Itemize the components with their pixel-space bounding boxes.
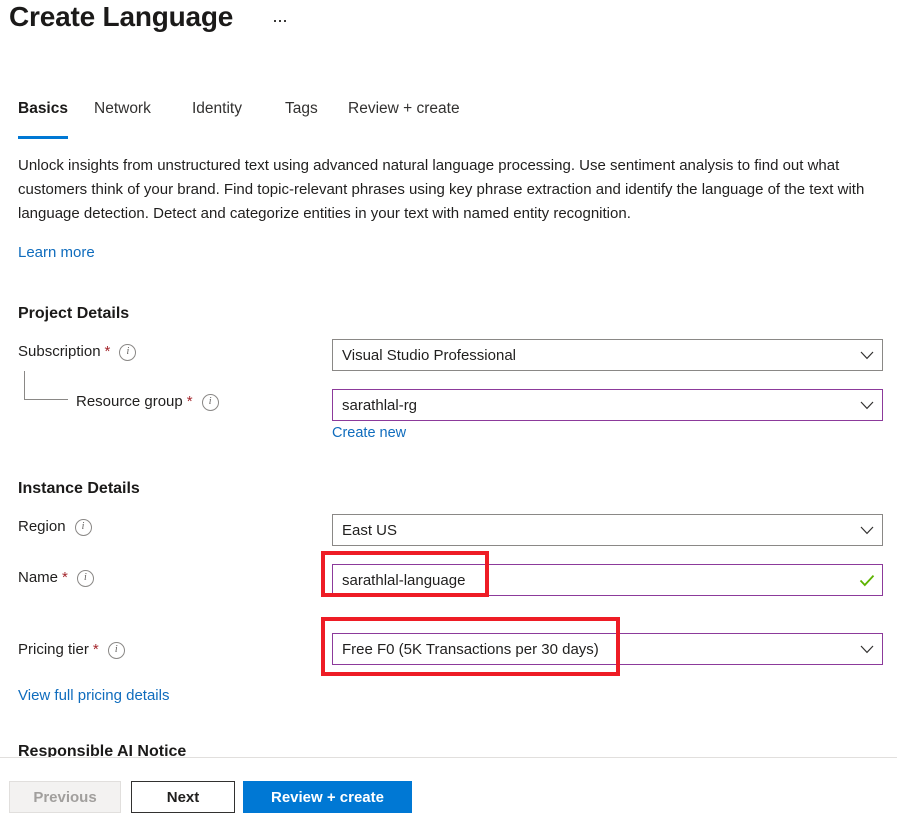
- resource-group-value: sarathlal-rg: [333, 397, 852, 414]
- tab-network-label: Network: [94, 100, 151, 117]
- create-new-resource-group-link[interactable]: Create new: [332, 425, 406, 441]
- tab-tags[interactable]: Tags: [285, 100, 318, 135]
- ellipsis-horizontal-icon[interactable]: [268, 10, 292, 32]
- section-heading-responsible-ai-notice: Responsible AI Notice: [18, 743, 186, 757]
- tab-basics-label: Basics: [18, 100, 68, 117]
- required-asterisk: *: [187, 393, 193, 410]
- info-circle-icon[interactable]: i: [75, 519, 92, 536]
- subscription-value: Visual Studio Professional: [333, 347, 852, 364]
- section-heading-instance-details: Instance Details: [18, 480, 140, 498]
- label-region: Region i: [18, 518, 92, 535]
- view-full-pricing-details-link[interactable]: View full pricing details: [18, 687, 169, 704]
- tab-network[interactable]: Network: [94, 100, 151, 135]
- tab-identity[interactable]: Identity: [192, 100, 242, 135]
- tab-review-create[interactable]: Review + create: [348, 100, 460, 135]
- tab-identity-label: Identity: [192, 100, 242, 117]
- tab-active-underline: [18, 136, 68, 139]
- ellipsis-dot: [279, 20, 281, 22]
- region-dropdown[interactable]: East US: [332, 514, 883, 546]
- chevron-down-icon: [852, 401, 882, 410]
- label-pricing-tier-text: Pricing tier: [18, 641, 89, 658]
- checkmark-icon: [852, 574, 882, 587]
- chevron-down-icon: [852, 351, 882, 360]
- region-value: East US: [333, 522, 852, 539]
- label-subscription-text: Subscription: [18, 343, 101, 360]
- label-region-text: Region: [18, 518, 66, 535]
- ellipsis-dot: [284, 20, 286, 22]
- info-circle-icon[interactable]: i: [108, 642, 125, 659]
- info-circle-icon[interactable]: i: [77, 570, 94, 587]
- wizard-footer: Previous Next Review + create: [0, 758, 897, 821]
- tab-basics[interactable]: Basics: [18, 100, 68, 135]
- chevron-down-icon: [852, 526, 882, 535]
- service-description: Unlock insights from unstructured text u…: [18, 154, 873, 226]
- review-create-button[interactable]: Review + create: [243, 781, 412, 813]
- learn-more-link[interactable]: Learn more: [18, 244, 95, 261]
- page-title: Create Language: [9, 1, 233, 33]
- required-asterisk: *: [105, 343, 111, 360]
- resource-group-dropdown[interactable]: sarathlal-rg: [332, 389, 883, 421]
- tab-bar: Basics Network Identity Tags Review + cr…: [0, 100, 897, 138]
- next-button[interactable]: Next: [131, 781, 235, 813]
- tab-tags-label: Tags: [285, 100, 318, 117]
- info-circle-icon[interactable]: i: [119, 344, 136, 361]
- ellipsis-dot: [274, 20, 276, 22]
- required-asterisk: *: [62, 569, 68, 586]
- pricing-tier-value: Free F0 (5K Transactions per 30 days): [333, 641, 852, 658]
- label-resource-group: Resource group * i: [76, 393, 219, 410]
- label-name-text: Name: [18, 569, 58, 586]
- name-value: sarathlal-language: [333, 572, 852, 589]
- label-pricing-tier: Pricing tier * i: [18, 641, 125, 658]
- tab-review-create-label: Review + create: [348, 100, 460, 117]
- subscription-dropdown[interactable]: Visual Studio Professional: [332, 339, 883, 371]
- label-resource-group-text: Resource group: [76, 393, 183, 410]
- info-circle-icon[interactable]: i: [202, 394, 219, 411]
- title-bar: Create Language: [0, 0, 897, 52]
- section-heading-project-details: Project Details: [18, 305, 129, 323]
- chevron-down-icon: [852, 645, 882, 654]
- form-scroll-region[interactable]: Unlock insights from unstructured text u…: [0, 145, 897, 757]
- pricing-tier-dropdown[interactable]: Free F0 (5K Transactions per 30 days): [332, 633, 883, 665]
- name-input[interactable]: sarathlal-language: [332, 564, 883, 596]
- label-name: Name * i: [18, 569, 94, 586]
- required-asterisk: *: [93, 641, 99, 658]
- label-subscription: Subscription * i: [18, 343, 136, 360]
- tree-connector-line: [24, 371, 68, 400]
- previous-button[interactable]: Previous: [9, 781, 121, 813]
